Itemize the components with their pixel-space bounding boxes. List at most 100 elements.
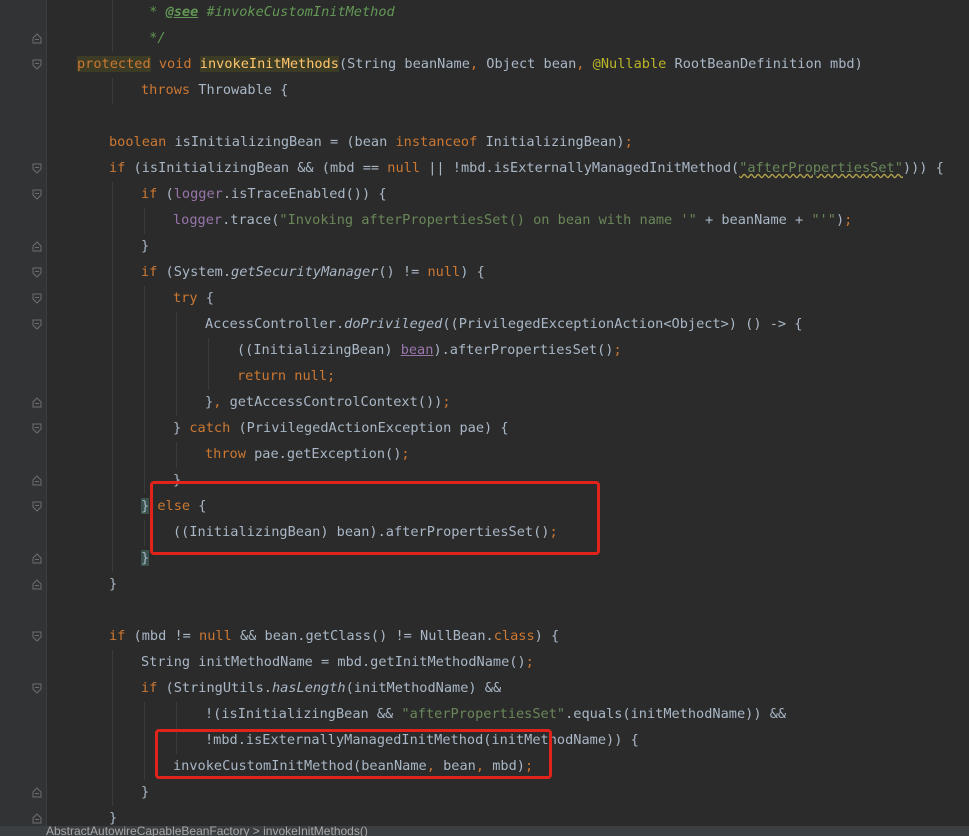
fold-open-icon[interactable]: [32, 631, 42, 642]
code-token: }: [141, 550, 150, 566]
indent-guide: [208, 364, 209, 390]
code-token: ;: [844, 212, 853, 228]
fold-open-icon[interactable]: [32, 683, 42, 694]
indent-guide: [112, 442, 113, 468]
indent-guide: [112, 754, 113, 780]
code-token: (System.: [157, 264, 232, 280]
code-line[interactable]: [0, 598, 969, 624]
fold-open-icon[interactable]: [32, 189, 42, 200]
fold-close-icon[interactable]: [32, 579, 42, 590]
code-token: if: [141, 264, 158, 280]
code-line[interactable]: */: [0, 26, 969, 52]
code-token: }: [109, 810, 118, 826]
fold-close-icon[interactable]: [32, 813, 42, 824]
code-token: ;: [525, 654, 534, 670]
code-line[interactable]: if (mbd != null && bean.getClass() != Nu…: [0, 624, 969, 650]
code-token: isInitializingBean = (bean: [166, 134, 396, 150]
code-line[interactable]: try {: [0, 286, 969, 312]
code-token: getAccessControlContext()): [229, 394, 443, 410]
code-token: }: [141, 784, 150, 800]
code-line[interactable]: String initMethodName = mbd.getInitMetho…: [0, 650, 969, 676]
fold-open-icon[interactable]: [32, 293, 42, 304]
code-area[interactable]: * @see #invokeCustomInitMethod */ protect…: [0, 0, 969, 826]
code-token: ;: [613, 342, 622, 358]
code-token: if: [141, 186, 158, 202]
code-token: (: [157, 186, 174, 202]
code-token: || !mbd.isExternallyManagedInitMethod(: [420, 160, 740, 176]
code-line[interactable]: ((InitializingBean) bean).afterPropertie…: [0, 338, 969, 364]
indent-guide: [144, 728, 145, 754]
indent-guide: [112, 234, 113, 260]
indent-guide: [176, 312, 177, 338]
code-token: }: [205, 394, 214, 410]
code-line[interactable]: }: [0, 806, 969, 826]
code-line[interactable]: boolean isInitializingBean = (bean insta…: [0, 130, 969, 156]
fold-open-icon[interactable]: [32, 423, 42, 434]
code-token: "afterPropertiesSet": [401, 706, 566, 722]
code-token: null: [294, 368, 328, 384]
indent-guide: [176, 364, 177, 390]
code-token: (isInitializingBean && (mbd ==: [125, 160, 388, 176]
code-line[interactable]: return null;: [0, 364, 969, 390]
breadcrumb[interactable]: AbstractAutowireCapableBeanFactory > inv…: [46, 826, 368, 836]
fold-open-icon[interactable]: [32, 319, 42, 330]
indent-guide: [112, 312, 113, 338]
code-line-text: !(isInitializingBean && "afterProperties…: [205, 704, 786, 724]
code-token: @Nullable: [592, 56, 667, 72]
code-line[interactable]: if (StringUtils.hasLength(initMethodName…: [0, 676, 969, 702]
code-line[interactable]: !(isInitializingBean && "afterProperties…: [0, 702, 969, 728]
code-line[interactable]: }: [0, 234, 969, 260]
code-line-text: ((InitializingBean) bean).afterPropertie…: [237, 340, 622, 360]
code-token: invokeInitMethods: [199, 56, 339, 72]
indent-guide: [144, 754, 145, 780]
code-line[interactable]: throw pae.getException();: [0, 442, 969, 468]
code-line[interactable]: }, getAccessControlContext());: [0, 390, 969, 416]
code-line[interactable]: if (System.getSecurityManager() != null)…: [0, 260, 969, 286]
indent-guide: [144, 442, 145, 468]
code-token: {: [197, 290, 214, 306]
code-line[interactable]: logger.trace("Invoking afterPropertiesSe…: [0, 208, 969, 234]
indent-guide: [112, 416, 113, 442]
fold-open-icon[interactable]: [32, 59, 42, 70]
code-editor[interactable]: * @see #invokeCustomInitMethod */ protect…: [0, 0, 969, 826]
code-line[interactable]: if (logger.isTraceEnabled()) {: [0, 182, 969, 208]
code-line-text: throw pae.getException();: [205, 444, 410, 464]
code-line[interactable]: } catch (PrivilegedActionException pae) …: [0, 416, 969, 442]
code-line-text: */: [141, 28, 165, 48]
code-token: "Invoking afterPropertiesSet() on bean w…: [279, 212, 697, 228]
code-line-text: AccessController.doPrivileged((Privilege…: [205, 314, 802, 334]
indent-guide: [112, 338, 113, 364]
code-token: ))) {: [902, 160, 944, 176]
code-line[interactable]: protected void invokeInitMethods(String …: [0, 52, 969, 78]
code-line[interactable]: throws Throwable {: [0, 78, 969, 104]
fold-close-icon[interactable]: [32, 787, 42, 798]
indent-guide: [144, 364, 145, 390]
fold-open-icon[interactable]: [32, 501, 42, 512]
code-line-text: }: [141, 236, 149, 256]
code-token: #invokeCustomInitMethod: [198, 4, 395, 20]
code-line[interactable]: AccessController.doPrivileged((Privilege…: [0, 312, 969, 338]
code-token: throw: [205, 446, 246, 462]
fold-close-icon[interactable]: [32, 33, 42, 44]
code-line[interactable]: }: [0, 780, 969, 806]
code-token: ,: [469, 56, 487, 72]
code-line[interactable]: [0, 104, 969, 130]
code-token: null: [387, 160, 421, 176]
code-line-text: }: [141, 782, 149, 802]
fold-open-icon[interactable]: [32, 163, 42, 174]
indent-guide: [144, 702, 145, 728]
fold-open-icon[interactable]: [32, 267, 42, 278]
indent-guide: [144, 312, 145, 338]
fold-close-icon[interactable]: [32, 475, 42, 486]
fold-close-icon[interactable]: [32, 553, 42, 564]
code-token: "afterPropertiesSet": [739, 160, 903, 176]
code-token: doPrivileged: [344, 316, 443, 332]
indent-guide: [112, 26, 113, 52]
fold-close-icon[interactable]: [32, 241, 42, 252]
code-line[interactable]: }: [0, 572, 969, 598]
fold-close-icon[interactable]: [32, 397, 42, 408]
code-line[interactable]: if (isInitializingBean && (mbd == null |…: [0, 156, 969, 182]
code-line-text: * @see #invokeCustomInitMethod: [141, 2, 395, 22]
code-line[interactable]: * @see #invokeCustomInitMethod: [0, 0, 969, 26]
code-token: catch: [189, 420, 231, 436]
